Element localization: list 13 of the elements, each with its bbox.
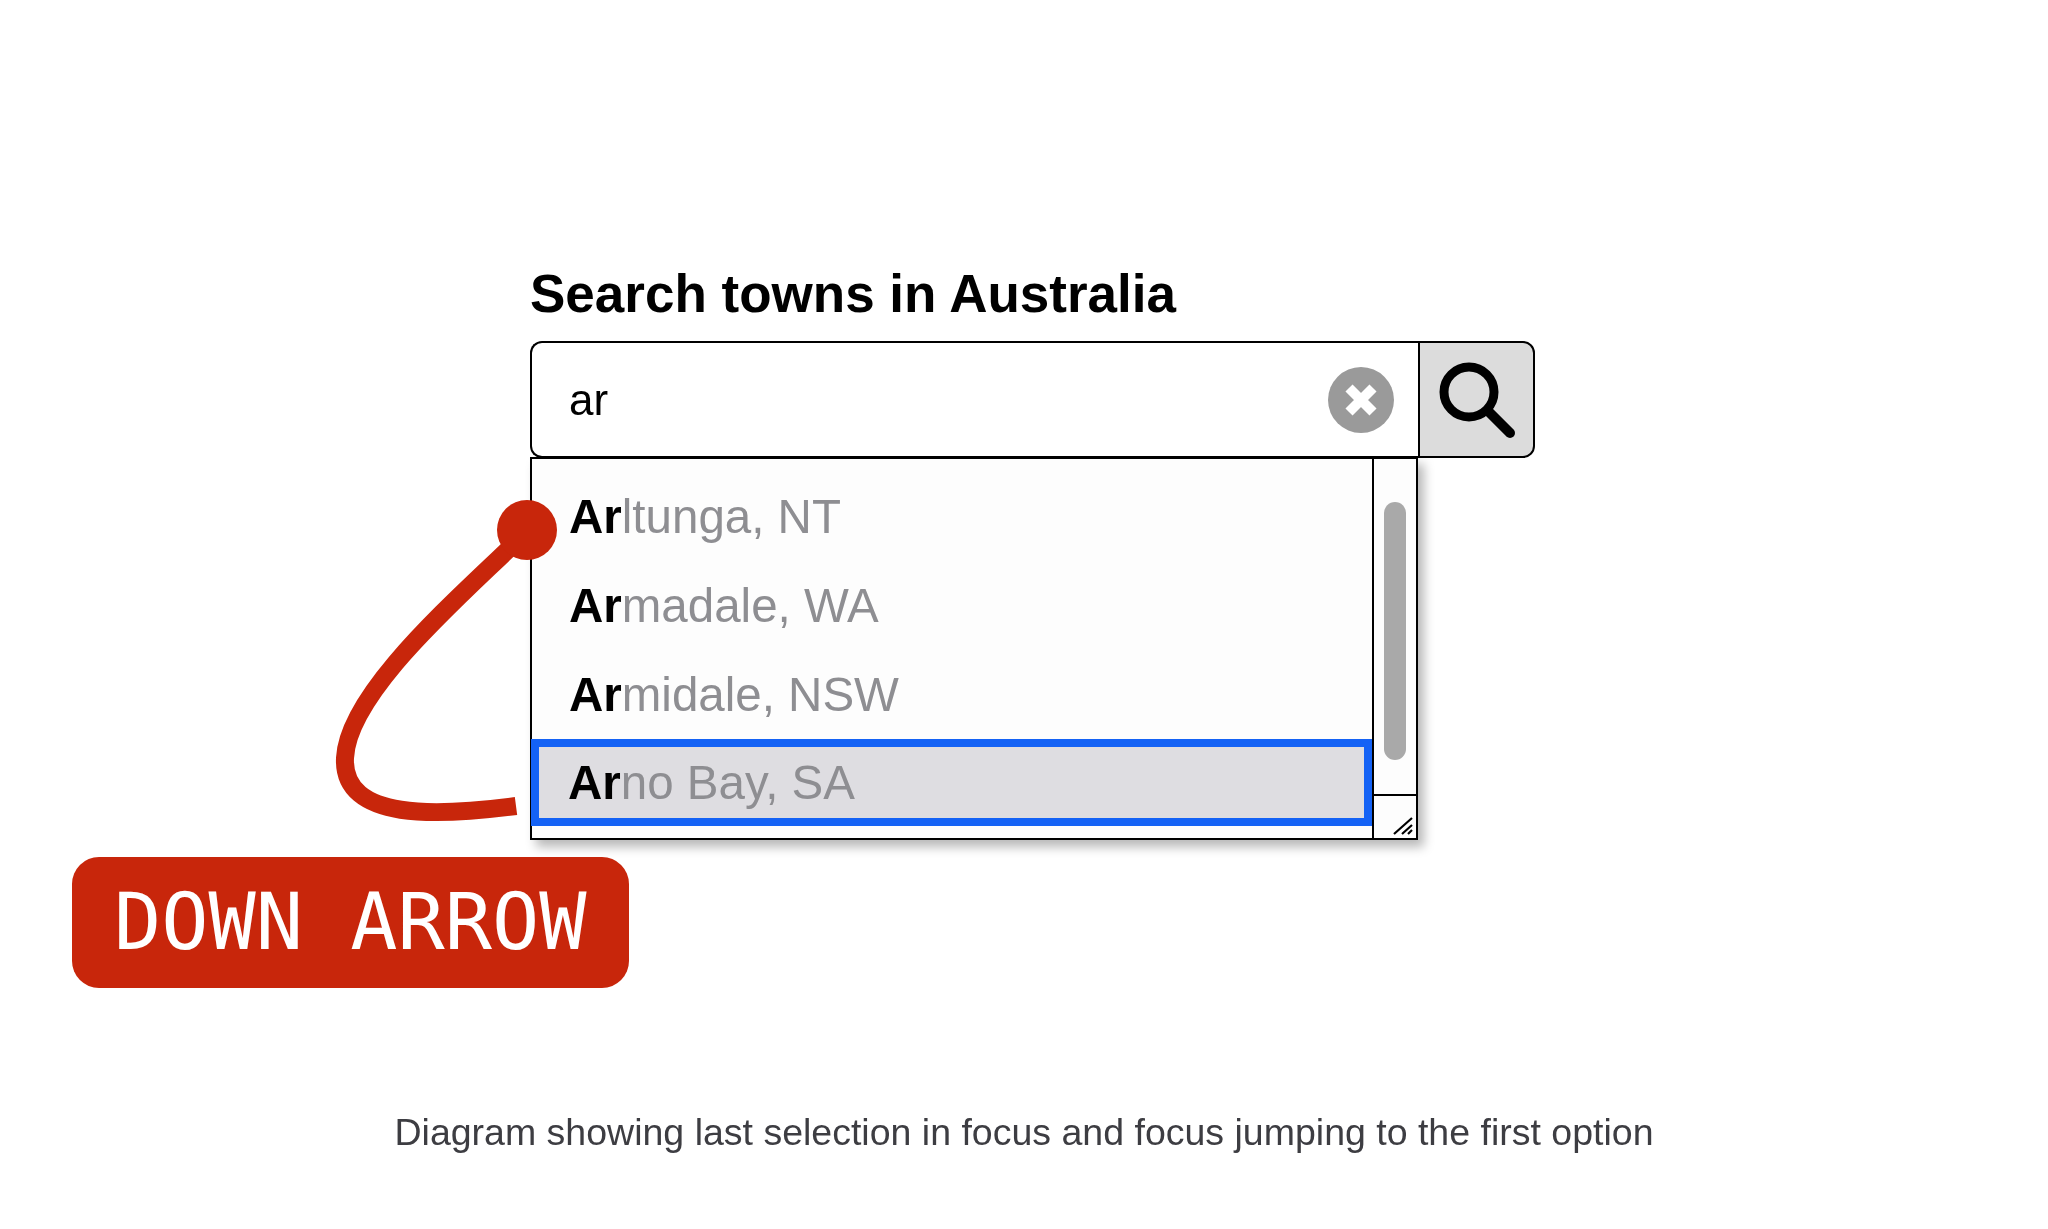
key-label: DOWN ARROW bbox=[72, 857, 629, 988]
search-label: Search towns in Australia bbox=[530, 263, 1178, 325]
suggestion-option[interactable]: Armidale, NSW bbox=[560, 650, 1372, 739]
suggestion-option[interactable]: Arltunga, NT bbox=[560, 472, 1372, 561]
search-icon bbox=[1437, 360, 1516, 439]
search-field[interactable]: ar bbox=[530, 341, 1418, 458]
search-button[interactable] bbox=[1418, 341, 1535, 458]
scrollbar-thumb[interactable] bbox=[1384, 502, 1406, 760]
caption-text: Diagram showing last selection in focus and focus jumping to the first option bbox=[393, 1110, 1655, 1154]
resize-grip-icon[interactable] bbox=[1393, 817, 1413, 835]
suggestion-option[interactable]: Armadale, WA bbox=[560, 561, 1372, 650]
clear-icon[interactable] bbox=[1328, 367, 1394, 433]
suggestion-option[interactable]: Arno Bay, SA bbox=[531, 739, 1372, 826]
